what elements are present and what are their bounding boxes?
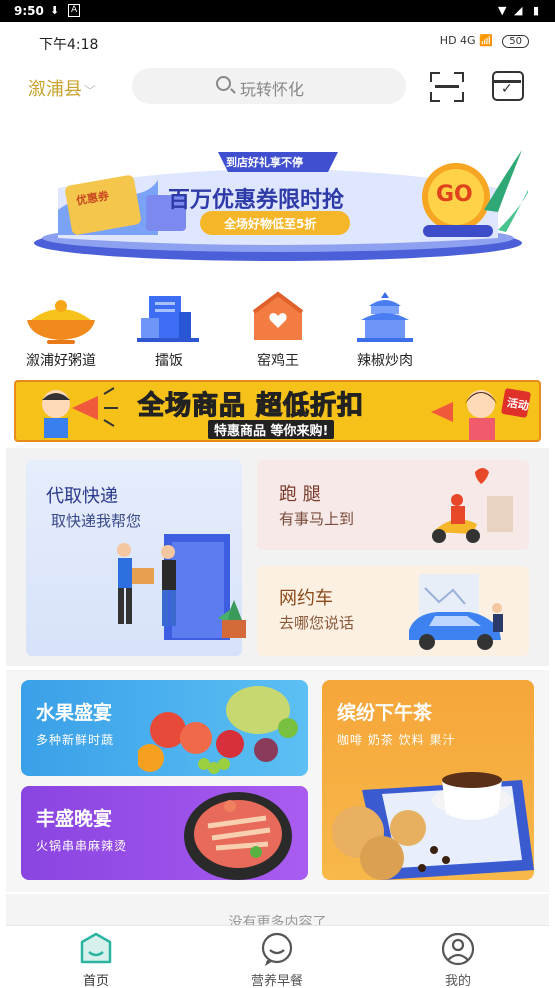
- errand-title: 跑 腿: [279, 484, 321, 505]
- shouting-boy-illustration: [42, 387, 118, 438]
- network-label: HD 4G: [439, 34, 476, 47]
- tab-breakfast[interactable]: 营养早餐: [227, 932, 327, 988]
- category-item-leifan[interactable]: 擂饭: [119, 290, 219, 369]
- card-title: 丰盛晚宴: [36, 808, 113, 830]
- fruit-illustration: [138, 686, 298, 774]
- inner-status-bar: 下午4:18 HD 4G 📶 50: [6, 22, 549, 60]
- category-label: 溆浦好粥道: [26, 353, 96, 369]
- dinner-feast-card[interactable]: 丰盛晚宴 火锅串串麻辣烫: [21, 786, 308, 880]
- app-icon: A: [68, 4, 81, 17]
- card-subtitle: 多种新鲜时蔬: [36, 733, 115, 747]
- app-frame: 下午4:18 HD 4G 📶 50 溆浦县 ﹀ 玩转怀化 ✓ 到店好礼享不停 百…: [6, 22, 549, 988]
- car-illustration: [409, 574, 503, 650]
- promo-headline: 全场商品 超低折扣: [137, 390, 365, 421]
- card-subtitle: 咖啡 奶茶 饮料 果汁: [337, 733, 456, 747]
- express-pickup-card[interactable]: 代取快递 取快递我帮您: [26, 460, 246, 656]
- banner-headline: 百万优惠券限时抢: [168, 188, 345, 213]
- scan-icon[interactable]: [430, 72, 464, 102]
- tab-label: 我的: [444, 974, 471, 988]
- service-section: 代取快递 取快递我帮您 跑 腿 有事马上到 网约车 去哪您说话: [6, 448, 549, 666]
- wifi-icon: 📶: [479, 34, 493, 47]
- house-heart-icon: [252, 291, 304, 340]
- temple-icon: [357, 292, 413, 342]
- user-icon: [441, 932, 475, 966]
- afternoon-tea-card[interactable]: 缤纷下午茶 咖啡 奶茶 饮料 果汁: [322, 680, 534, 880]
- hotpot-illustration: [184, 792, 292, 880]
- home-icon: [80, 932, 112, 964]
- category-item-porridge[interactable]: 溆浦好粥道: [11, 290, 111, 369]
- fruit-feast-card[interactable]: 水果盛宴 多种新鲜时蔬: [21, 680, 308, 776]
- card-subtitle: 火锅串串麻辣烫: [36, 839, 128, 853]
- feature-cards: 水果盛宴 多种新鲜时蔬 缤纷下午茶 咖啡 奶茶 饮料 果汁 丰盛晚宴 火锅串串麻…: [6, 670, 549, 892]
- category-label: 窑鸡王: [257, 353, 299, 369]
- errand-subtitle: 有事马上到: [279, 510, 355, 528]
- calendar-checkin-icon[interactable]: [492, 71, 524, 101]
- status-indicators: HD 4G 📶 50: [440, 34, 529, 48]
- express-title: 代取快递: [46, 486, 118, 507]
- go-button[interactable]: GO: [436, 182, 473, 207]
- chevron-down-icon: ﹀: [84, 84, 97, 98]
- coupon-banner[interactable]: 到店好礼享不停 百万优惠券限时抢 全场好物低至5折 GO 优惠券: [28, 140, 533, 268]
- location-label: 溆浦县: [28, 79, 82, 100]
- system-time: 9:50: [14, 4, 44, 18]
- scooter-rider-illustration: [432, 468, 513, 543]
- promo-subline: 特惠商品 等你来购!: [208, 420, 335, 439]
- banner-subline: 全场好物低至5折: [224, 217, 317, 231]
- system-status-bar: 9:50 ⬇ A ▼ ◢ ▮: [0, 0, 555, 22]
- chat-icon: [261, 932, 293, 966]
- category-item-kiln-chicken[interactable]: 窑鸡王: [228, 290, 328, 369]
- errand-card[interactable]: 跑 腿 有事马上到: [257, 460, 529, 550]
- delivery-illustration: [117, 534, 246, 640]
- tab-label: 首页: [82, 974, 109, 988]
- tab-home[interactable]: 首页: [46, 932, 146, 988]
- building-icon: [137, 296, 199, 342]
- search-icon: [216, 76, 231, 91]
- discount-promo-banner[interactable]: 全场商品 超低折扣 特惠商品 等你来购! 活动: [14, 380, 541, 442]
- banner-tag: 到店好礼享不停: [226, 156, 303, 169]
- card-title: 缤纷下午茶: [337, 702, 433, 724]
- tab-label: 营养早餐: [250, 974, 303, 988]
- rice-bowl-icon: [27, 300, 95, 344]
- bottom-tab-bar: 首页 营养早餐 我的: [6, 925, 549, 988]
- top-header: 溆浦县 ﹀ 玩转怀化: [6, 66, 549, 108]
- signal-icon: ◢: [514, 4, 523, 17]
- tea-illustration: [332, 772, 534, 880]
- category-label: 辣椒炒肉: [357, 353, 413, 369]
- search-placeholder: 玩转怀化: [240, 80, 305, 99]
- download-icon: ⬇: [50, 4, 60, 17]
- category-label: 擂饭: [155, 353, 183, 369]
- battery-indicator: 50: [502, 35, 529, 48]
- status-time: 下午4:18: [39, 37, 99, 53]
- battery-icon: ▮: [533, 4, 540, 17]
- category-item-chili-pork[interactable]: 辣椒炒肉: [335, 290, 435, 369]
- ride-subtitle: 去哪您说话: [279, 614, 355, 632]
- wifi-icon: ▼: [498, 4, 507, 17]
- card-title: 水果盛宴: [36, 702, 113, 724]
- tab-profile[interactable]: 我的: [408, 932, 508, 988]
- ride-title: 网约车: [279, 588, 333, 609]
- category-row: 溆浦好粥道 擂饭 窑鸡王 辣椒炒肉: [6, 290, 549, 390]
- location-selector[interactable]: 溆浦县 ﹀: [28, 75, 96, 101]
- express-subtitle: 取快递我帮您: [51, 512, 142, 530]
- search-bar[interactable]: 玩转怀化: [132, 68, 406, 104]
- ride-hailing-card[interactable]: 网约车 去哪您说话: [257, 566, 529, 656]
